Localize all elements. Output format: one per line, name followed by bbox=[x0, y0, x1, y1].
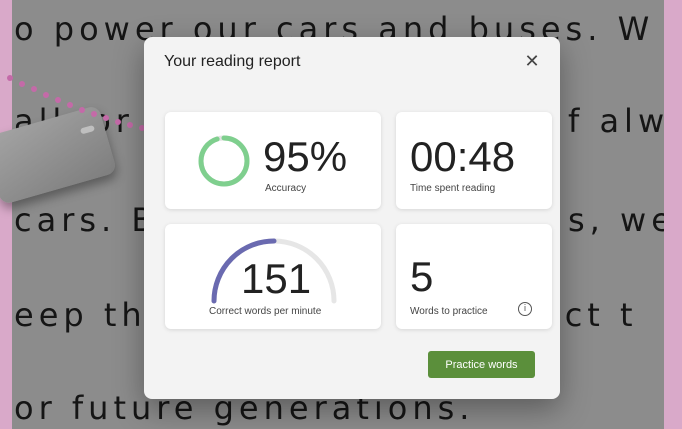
wpm-value: 151 bbox=[241, 255, 312, 302]
words-card: 5 Words to practice i bbox=[396, 224, 552, 329]
wpm-label: Correct words per minute bbox=[209, 306, 322, 317]
time-label: Time spent reading bbox=[410, 183, 496, 194]
words-label: Words to practice bbox=[410, 306, 488, 317]
time-value: 00:48 bbox=[410, 133, 516, 180]
dialog-title: Your reading report bbox=[164, 53, 301, 70]
practice-words-button[interactable]: Practice words bbox=[428, 351, 535, 378]
accuracy-ring-icon bbox=[198, 135, 250, 187]
info-icon[interactable]: i bbox=[518, 302, 532, 316]
accuracy-value: 95% bbox=[263, 133, 348, 180]
time-card: 00:48 Time spent reading bbox=[396, 112, 552, 209]
wpm-card: 151 Correct words per minute bbox=[165, 224, 381, 329]
words-value: 5 bbox=[410, 253, 434, 300]
accuracy-card: 95% Accuracy bbox=[165, 112, 381, 209]
accuracy-label: Accuracy bbox=[265, 183, 307, 194]
reading-report-dialog: Your reading report ✕ 95% Accuracy 00:48… bbox=[144, 37, 560, 399]
close-icon[interactable]: ✕ bbox=[522, 51, 542, 71]
